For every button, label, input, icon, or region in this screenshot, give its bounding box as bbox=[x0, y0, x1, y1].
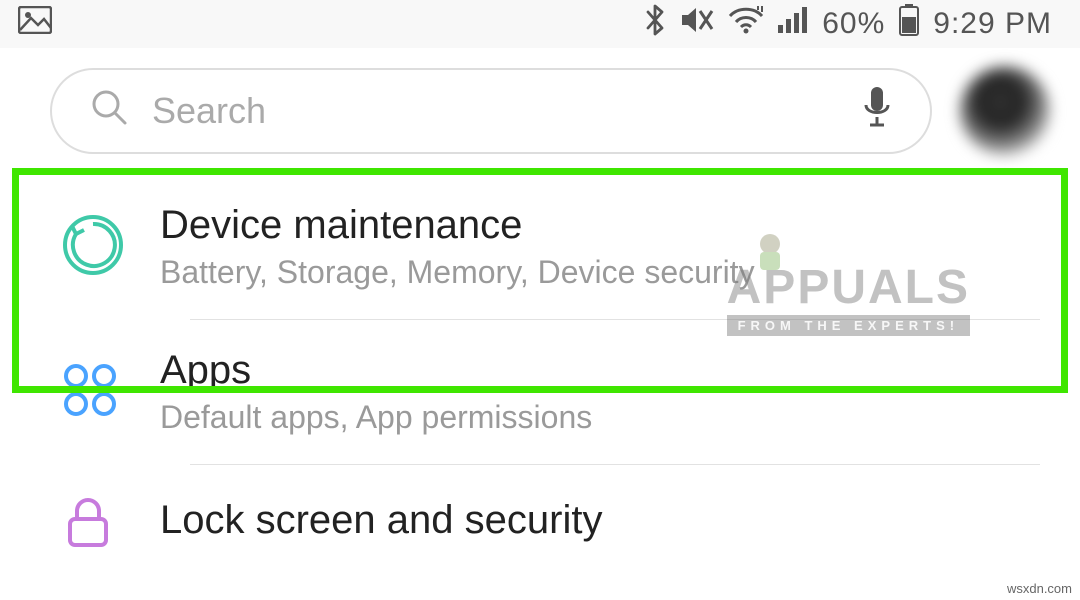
mute-icon bbox=[680, 5, 714, 43]
lock-icon bbox=[60, 493, 116, 554]
settings-item-apps[interactable]: Apps Default apps, App permissions bbox=[0, 320, 1080, 464]
status-bar: 60% 9:29 PM bbox=[0, 0, 1080, 48]
item-subtitle: Default apps, App permissions bbox=[160, 399, 1050, 436]
search-placeholder: Search bbox=[152, 90, 838, 132]
profile-avatar[interactable] bbox=[960, 66, 1050, 156]
item-title: Device maintenance bbox=[160, 203, 1050, 248]
picture-icon bbox=[18, 6, 52, 42]
signal-icon bbox=[778, 7, 808, 41]
search-icon bbox=[90, 88, 128, 135]
item-title: Lock screen and security bbox=[160, 498, 1050, 543]
battery-percent: 60% bbox=[822, 7, 885, 41]
footer-credit: wsxdn.com bbox=[1007, 581, 1072, 596]
battery-icon bbox=[899, 4, 919, 44]
settings-item-lock-screen[interactable]: Lock screen and security bbox=[0, 465, 1080, 560]
apps-grid-icon bbox=[60, 360, 120, 425]
wifi-icon bbox=[728, 6, 764, 42]
item-subtitle: Battery, Storage, Memory, Device securit… bbox=[160, 254, 1050, 291]
refresh-circle-icon bbox=[60, 212, 126, 283]
settings-item-device-maintenance[interactable]: Device maintenance Battery, Storage, Mem… bbox=[0, 175, 1080, 319]
search-input[interactable]: Search bbox=[50, 68, 932, 154]
microphone-icon[interactable] bbox=[862, 85, 892, 138]
search-row: Search bbox=[0, 48, 1080, 174]
bluetooth-icon bbox=[644, 4, 666, 44]
settings-list: Device maintenance Battery, Storage, Mem… bbox=[0, 174, 1080, 560]
clock-text: 9:29 PM bbox=[933, 7, 1052, 41]
item-title: Apps bbox=[160, 348, 1050, 393]
